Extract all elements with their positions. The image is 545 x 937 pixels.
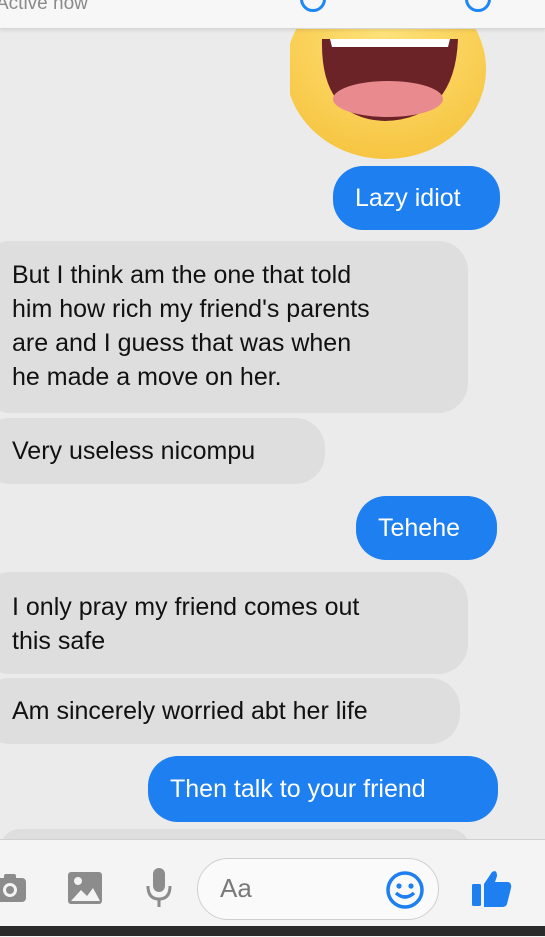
message-bubble-in-partial	[0, 829, 470, 839]
message-bubble-in[interactable]: I only pray my friend comes out this saf…	[0, 572, 468, 674]
microphone-icon[interactable]	[145, 866, 173, 910]
call-icon[interactable]	[300, 0, 326, 12]
chat-header: Active now	[0, 0, 545, 29]
image-icon[interactable]	[66, 870, 104, 906]
active-status: Active now	[0, 0, 88, 14]
message-input-placeholder: Aa	[220, 873, 252, 903]
message-bubble-in[interactable]: Very useless nicompu	[0, 418, 325, 484]
info-icon[interactable]	[465, 0, 491, 12]
message-bubble-in[interactable]: But I think am the one that told him how…	[0, 241, 468, 413]
camera-icon[interactable]	[0, 870, 30, 906]
message-bubble-out[interactable]: Tehehe	[356, 496, 497, 560]
thumbs-up-icon[interactable]	[470, 866, 514, 910]
message-bubble-out[interactable]: Lazy idiot	[333, 166, 500, 230]
bottom-edge	[0, 926, 545, 936]
message-list[interactable]: Lazy idiot But I think am the one that t…	[0, 29, 545, 839]
laughing-emoji-sticker	[290, 29, 486, 159]
composer-bar: Aa	[0, 839, 545, 937]
message-bubble-out[interactable]: Then talk to your friend	[148, 756, 498, 822]
message-bubble-in[interactable]: Am sincerely worried abt her life	[0, 678, 460, 744]
emoji-icon[interactable]	[385, 870, 425, 910]
